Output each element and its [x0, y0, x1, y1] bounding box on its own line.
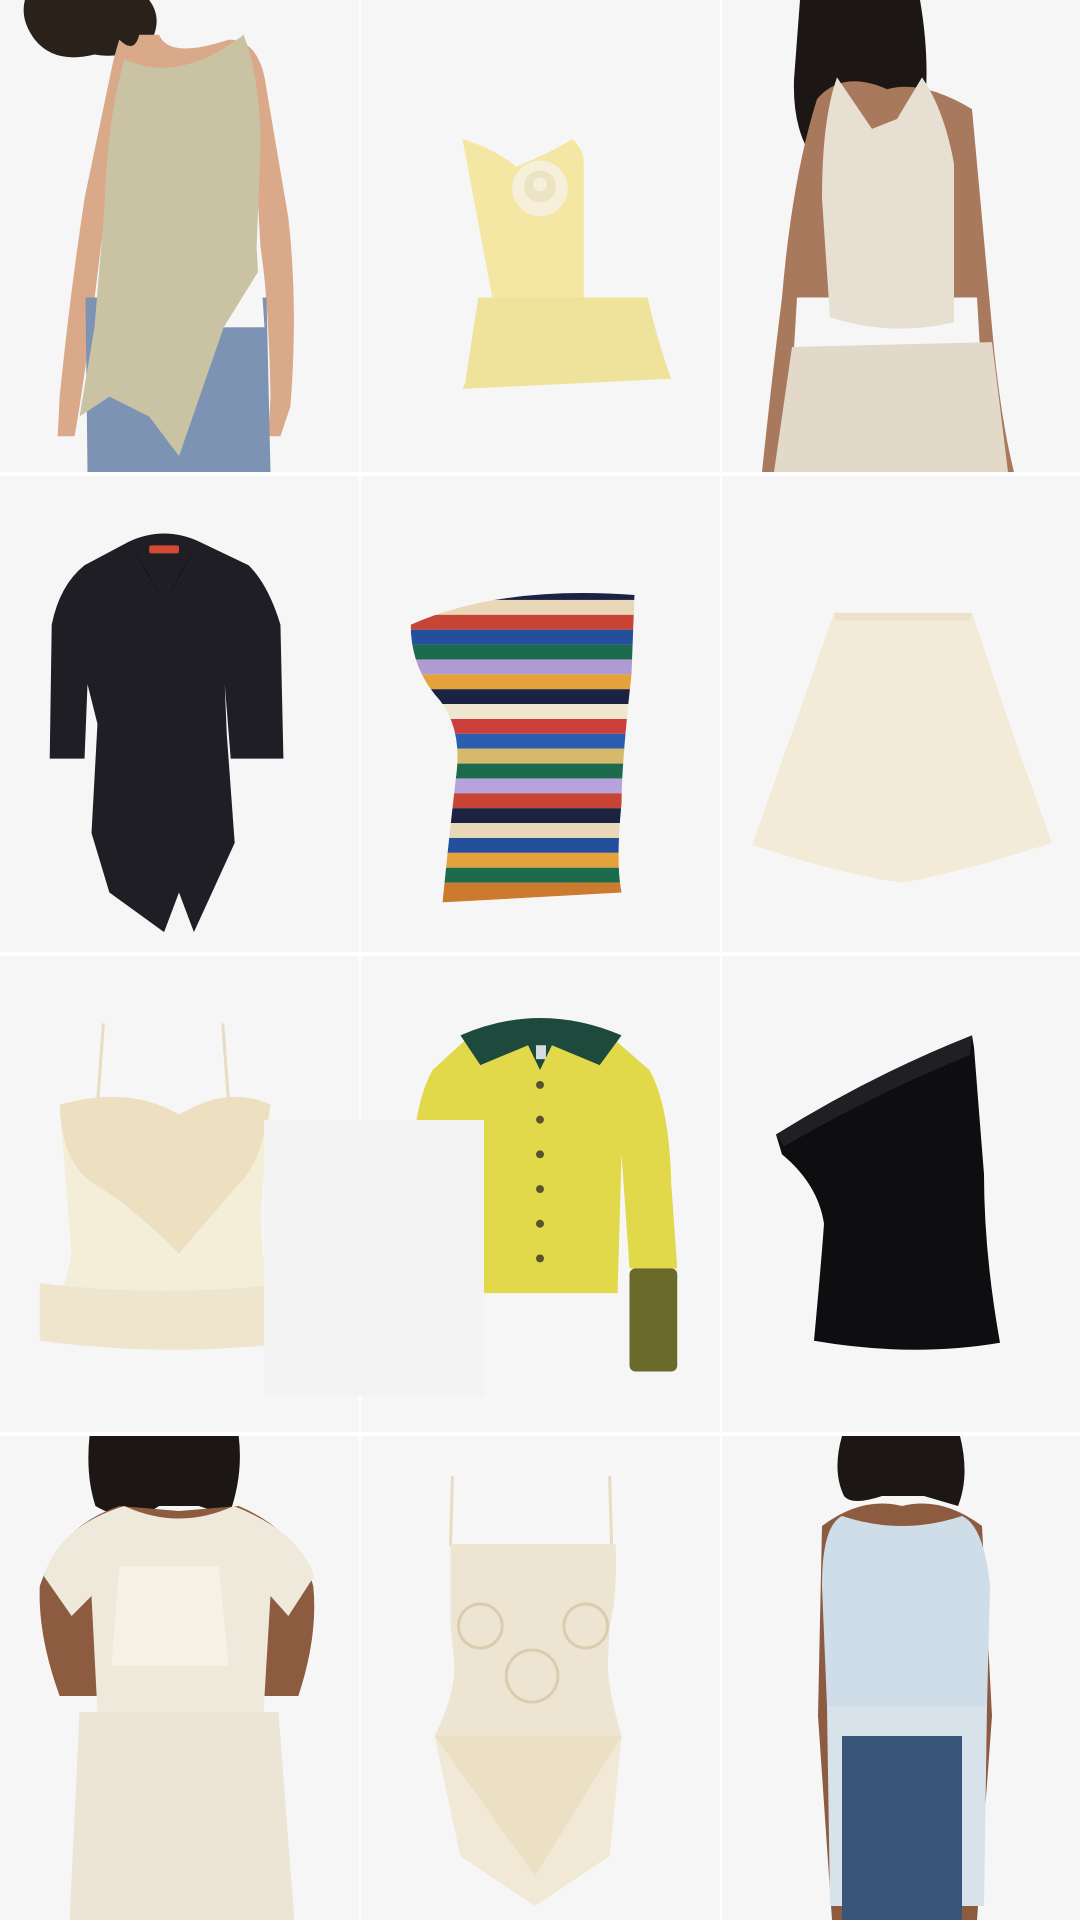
- product-tile-champagne-halter-top[interactable]: [722, 0, 1080, 476]
- ivory-lace-ruffle-camisole-image: [39, 1023, 289, 1350]
- product-tile-lace-camisole[interactable]: [0, 956, 361, 1436]
- product-tile-cream-skirt[interactable]: [722, 476, 1080, 956]
- product-tile-black-shirt[interactable]: [0, 476, 361, 956]
- sheer-lace-tee-and-skirt-image: [39, 1436, 315, 1920]
- product-tile-striped-draped-top[interactable]: [361, 476, 722, 956]
- product-tile-black-draped-top[interactable]: [722, 956, 1080, 1436]
- product-tile-sheer-lace-tee[interactable]: [0, 1436, 361, 1920]
- product-tile-yellow-beaded-shirt[interactable]: [361, 956, 722, 1436]
- light-blue-open-knit-fringe-tunic-image: [818, 1436, 992, 1920]
- black-one-shoulder-draped-top-image: [776, 1035, 1000, 1350]
- product-tile-yellow-corset-top[interactable]: [361, 0, 722, 476]
- multicolor-striped-one-shoulder-draped-top-image: [410, 593, 635, 903]
- yellow-shirt-with-beaded-collar-and-cuffs-image: [404, 1017, 678, 1372]
- cream-flared-mini-skirt-image: [752, 612, 1052, 883]
- product-tile-fringe-knit-tunic[interactable]: [722, 1436, 1080, 1920]
- product-grid: [0, 0, 1080, 1920]
- product-tile-sage-tank-top[interactable]: [0, 0, 361, 476]
- black-button-down-shirt-image: [49, 533, 284, 933]
- yellow-strapless-peplum-corset-top-image: [462, 138, 672, 389]
- champagne-satin-halter-top-image: [762, 0, 1014, 472]
- sage-asymmetric-tank-top-image: [23, 0, 294, 472]
- product-tile-crochet-camisole[interactable]: [361, 1436, 722, 1920]
- cream-crochet-fringe-camisole-image: [434, 1475, 622, 1906]
